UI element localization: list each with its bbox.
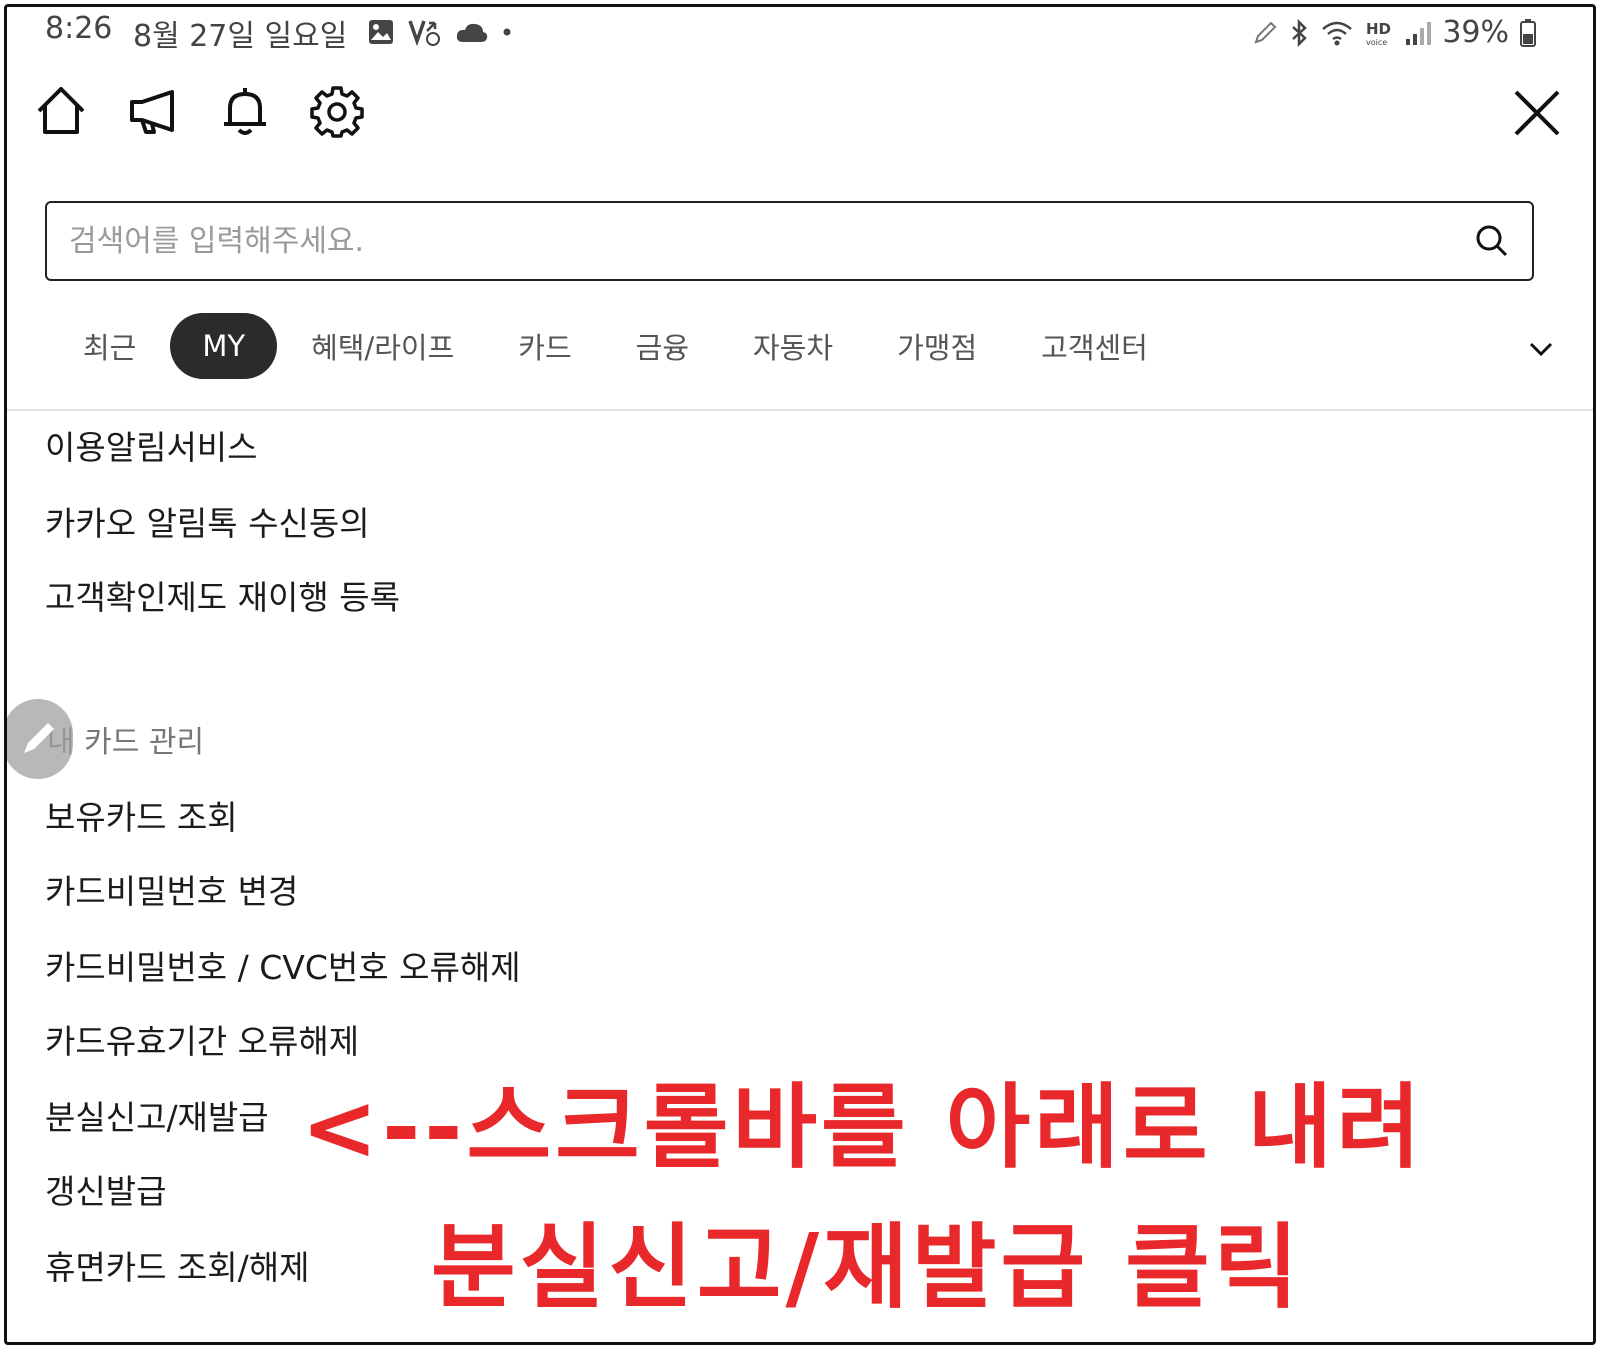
top-nav <box>33 83 365 139</box>
tab-customer-center[interactable]: 고객센터 <box>1015 313 1174 379</box>
tab-my[interactable]: MY <box>170 313 278 379</box>
close-icon <box>1514 90 1560 136</box>
menu-item-pin-cvc-unlock[interactable]: 카드비밀번호 / CVC번호 오류해제 <box>45 941 521 989</box>
screenshot-frame: 8:26 8월 27일 일요일 HD voice 39% 검색어를 입력해주세요… <box>4 4 1596 1345</box>
status-icons-right: HD voice 39% <box>1252 15 1537 50</box>
alarm-button[interactable] <box>217 83 273 139</box>
menu-item-dormant-card[interactable]: 휴면카드 조회/해제 <box>45 1241 310 1289</box>
category-tabs: 최근 MY 혜택/라이프 카드 금융 자동차 가맹점 고객센터 <box>57 311 1174 381</box>
megaphone-icon <box>130 90 174 134</box>
menu-item-kakao-alimtalk[interactable]: 카카오 알림톡 수신동의 <box>45 497 370 545</box>
cloud-icon <box>456 23 488 42</box>
search-icon <box>1476 225 1508 257</box>
notice-button[interactable] <box>125 83 181 139</box>
tab-car[interactable]: 자동차 <box>727 313 859 379</box>
status-bar: 8:26 8월 27일 일요일 HD voice 39% <box>7 7 1593 57</box>
status-date: 8월 27일 일요일 <box>133 19 348 54</box>
menu-item-customer-verification[interactable]: 고객확인제도 재이행 등록 <box>45 571 400 619</box>
wifi-icon <box>1322 21 1353 45</box>
menu-item-change-pin[interactable]: 카드비밀번호 변경 <box>45 865 298 913</box>
home-button[interactable] <box>33 83 89 139</box>
pencil-icon <box>24 723 54 753</box>
settings-button[interactable] <box>309 83 365 139</box>
svg-text:HD: HD <box>1366 20 1391 38</box>
tab-benefit-life[interactable]: 혜택/라이프 <box>285 313 480 379</box>
tab-card[interactable]: 카드 <box>492 313 597 379</box>
annotation-line-2: 분실신고/재발급 클릭 <box>431 1214 1303 1321</box>
bluetooth-icon <box>1292 18 1308 47</box>
svg-text:voice: voice <box>1366 38 1387 47</box>
chevron-down-icon <box>1529 342 1553 357</box>
missed-call-icon <box>408 20 440 47</box>
dot-icon <box>503 28 511 36</box>
search-box <box>45 201 1534 281</box>
battery-icon <box>1520 18 1536 47</box>
signal-icon <box>1406 21 1432 45</box>
edit-floating-button[interactable] <box>7 699 73 779</box>
search-button[interactable] <box>1452 203 1532 279</box>
tabs-divider <box>7 409 1593 411</box>
tab-finance[interactable]: 금융 <box>610 313 715 379</box>
menu-item-lost-reissue[interactable]: 분실신고/재발급 <box>45 1091 269 1139</box>
tabs-expand-button[interactable] <box>1521 329 1561 369</box>
menu-item-renewal[interactable]: 갱신발급 <box>45 1165 166 1213</box>
menu-item-owned-cards[interactable]: 보유카드 조회 <box>45 791 238 839</box>
status-icons-left <box>367 17 513 47</box>
menu-item-usage-alert[interactable]: 이용알림서비스 <box>45 421 258 469</box>
gear-icon <box>310 86 364 138</box>
gallery-icon <box>369 20 393 44</box>
pen-icon <box>1254 21 1277 44</box>
tab-recent[interactable]: 최근 <box>57 313 162 379</box>
search-input[interactable] <box>47 203 1452 279</box>
tab-merchant[interactable]: 가맹점 <box>871 313 1003 379</box>
annotation-line-1: <--스크롤바를 아래로 내려 <box>301 1074 1425 1181</box>
close-button[interactable] <box>1509 85 1565 141</box>
home-icon <box>37 87 85 134</box>
battery-percent: 39% <box>1442 15 1509 50</box>
status-time: 8:26 <box>45 11 113 46</box>
hd-voice-icon: HD voice <box>1366 20 1391 47</box>
bell-icon <box>224 88 266 135</box>
